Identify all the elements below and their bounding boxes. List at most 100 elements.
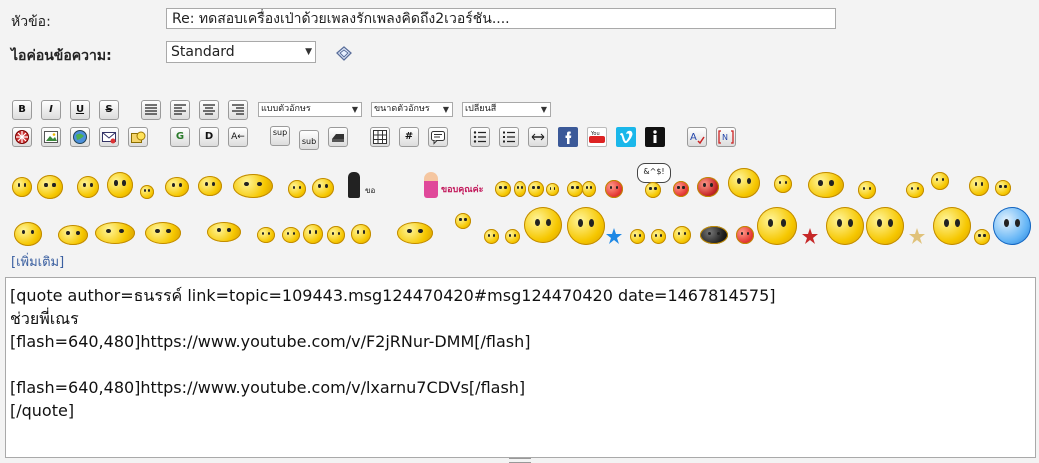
align-left-button[interactable] (170, 100, 190, 120)
smiley-icon[interactable] (528, 181, 544, 197)
chevron-down-icon: ▼ (442, 105, 449, 114)
font-face-select[interactable]: แบบตัวอักษร ▼ (258, 102, 362, 117)
smiley-icon[interactable] (651, 229, 666, 244)
devil-smiley-icon[interactable] (37, 175, 63, 199)
insert-link-button[interactable] (70, 127, 90, 147)
message-icon-select[interactable]: Standard ▼ (166, 41, 316, 63)
laughing-smiley-icon[interactable] (757, 207, 797, 245)
smiley-icon[interactable] (582, 181, 596, 197)
facebook-icon[interactable] (558, 127, 578, 147)
smiley-icon[interactable] (288, 180, 306, 198)
blue-smiley-icon[interactable] (993, 207, 1031, 245)
youtube-icon[interactable]: You (587, 127, 607, 147)
furious-smiley-icon[interactable] (697, 177, 719, 197)
thumbs-up-smiley-icon[interactable] (514, 181, 526, 197)
resize-grip-icon[interactable] (509, 458, 531, 463)
numbered-list-button[interactable] (499, 127, 519, 147)
smiley-icon[interactable] (858, 181, 876, 199)
glow-button[interactable]: G (170, 127, 190, 147)
font-face-value: แบบตัวอักษร (261, 104, 311, 114)
pepsi-smiley-icon[interactable] (969, 176, 989, 196)
info-icon[interactable] (645, 127, 665, 147)
smiley-icon[interactable] (774, 175, 792, 193)
smiley-icon[interactable] (455, 213, 471, 229)
smiley-icon[interactable] (931, 172, 949, 190)
table-button[interactable] (370, 127, 390, 147)
smiley-icon[interactable] (397, 222, 433, 244)
angry-smiley-icon[interactable] (673, 181, 689, 197)
align-right-button[interactable] (228, 100, 248, 120)
grin-smiley-icon[interactable] (257, 227, 275, 243)
big-smiley-icon[interactable] (826, 207, 864, 245)
smiley-icon[interactable] (495, 181, 511, 197)
italic-button[interactable]: I (41, 100, 61, 120)
chevron-down-icon: ▼ (540, 105, 547, 114)
smiley-icon[interactable] (77, 176, 99, 198)
font-size-select[interactable]: ขนาดตัวอักษร ▼ (371, 102, 453, 117)
smiley-icon[interactable] (140, 185, 154, 199)
beer-smiley-icon[interactable] (165, 177, 189, 197)
more-smileys-link[interactable]: [เพิ่มเติม] (11, 251, 64, 272)
big-smiley-icon[interactable] (567, 207, 605, 245)
angry-smiley-icon[interactable] (736, 226, 754, 244)
smiley-icon[interactable] (207, 222, 241, 242)
unformat-button[interactable]: N (716, 127, 736, 147)
bold-button[interactable]: B (12, 100, 32, 120)
smiley-icon[interactable] (312, 178, 334, 198)
smiley-icon[interactable] (282, 227, 300, 243)
angry-smiley-icon[interactable] (605, 180, 623, 198)
smiley-icon[interactable] (303, 224, 323, 244)
svg-text:A: A (690, 132, 697, 143)
subscript-button[interactable]: sub (299, 130, 319, 150)
smiley-icon[interactable] (505, 229, 520, 244)
smiley-icon[interactable] (546, 183, 559, 196)
smiley-icon[interactable] (673, 226, 691, 244)
sleeping-smiley-icon[interactable] (351, 224, 371, 244)
spell-check-button[interactable]: A (687, 127, 707, 147)
strikethrough-button[interactable]: S (99, 100, 119, 120)
smiley-icon[interactable] (58, 225, 88, 245)
smiley-icon[interactable] (995, 180, 1011, 196)
message-textarea[interactable]: [quote author=ธนรรค์ link=topic=109443.m… (5, 277, 1036, 458)
smiley-icon[interactable] (567, 181, 583, 197)
font-color-select[interactable]: เปลี่ยนสี ▼ (462, 102, 551, 117)
fighting-smiley-icon[interactable] (95, 222, 135, 244)
smiley-icon[interactable] (974, 229, 990, 245)
bulleted-list-button[interactable] (470, 127, 490, 147)
crying-smiley-icon[interactable] (866, 207, 904, 245)
vimeo-icon[interactable] (616, 127, 636, 147)
superscript-button[interactable]: sup (270, 126, 290, 146)
cheering-smiley-icon[interactable] (107, 172, 133, 198)
quote-button[interactable] (428, 127, 448, 147)
crying-smiley-icon[interactable] (728, 168, 760, 198)
marquee-button[interactable]: A← (228, 127, 248, 147)
ninja-smiley-icon[interactable] (14, 222, 42, 246)
smiley-icon[interactable] (906, 182, 924, 198)
bat-smiley-icon[interactable] (700, 226, 728, 244)
beer-smiley-icon[interactable] (198, 176, 222, 196)
gun-smiley-icon[interactable] (145, 222, 181, 244)
align-preformatted-button[interactable] (141, 100, 161, 120)
group-smiley-icon[interactable] (233, 174, 273, 198)
message-icon-preview-icon (334, 44, 354, 64)
align-center-button[interactable] (199, 100, 219, 120)
image-button[interactable] (41, 127, 61, 147)
email-button[interactable] (99, 127, 119, 147)
smiley-icon[interactable] (12, 177, 32, 197)
big-smiley-icon[interactable] (933, 207, 971, 245)
subject-input[interactable]: Re: ทดสอบเครื่องเป่าด้วยเพลงรักเพลงคิดถึ… (166, 8, 836, 29)
kissing-smiley-icon[interactable] (808, 172, 844, 198)
smiley-icon[interactable] (327, 226, 345, 244)
smiley-icon[interactable] (630, 229, 645, 244)
smiley-icon[interactable] (484, 229, 499, 244)
underline-button[interactable]: U (70, 100, 90, 120)
cursing-bubble-icon: &^$! (637, 163, 671, 183)
ftp-button[interactable] (128, 127, 148, 147)
horizontal-rule-button[interactable] (528, 127, 548, 147)
cursing-smiley-icon[interactable] (645, 182, 661, 198)
shadow-button[interactable]: D (199, 127, 219, 147)
teletype-button[interactable] (328, 127, 348, 147)
code-button[interactable]: # (399, 127, 419, 147)
flash-button[interactable] (12, 127, 32, 147)
big-smiley-icon[interactable] (524, 207, 562, 243)
